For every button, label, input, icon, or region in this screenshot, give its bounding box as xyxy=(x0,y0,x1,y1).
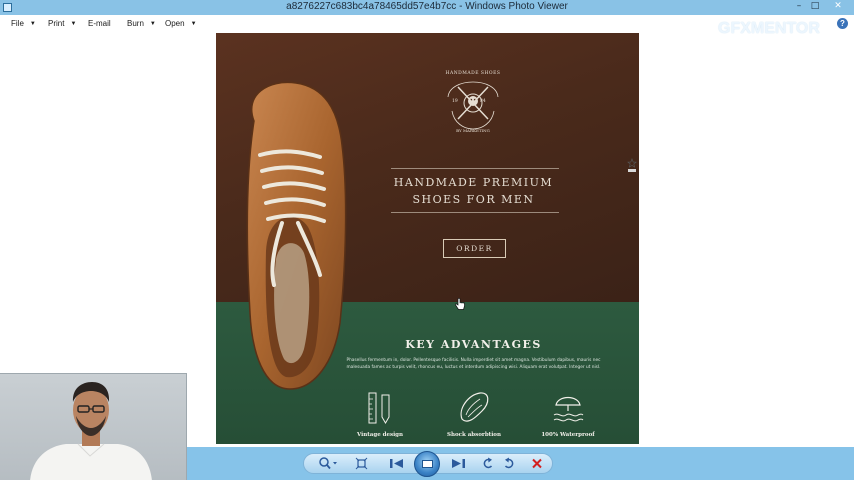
insole-icon xyxy=(460,392,489,422)
menu-file-label: File xyxy=(11,19,24,28)
feature-label-shock: Shock absorbtion xyxy=(447,432,501,438)
chevron-down-icon: ▼ xyxy=(149,21,156,27)
menu-open-label: Open xyxy=(165,19,185,28)
badge-year-left: 19 xyxy=(452,99,458,104)
order-button: ORDER xyxy=(443,239,506,258)
webcam-overlay xyxy=(0,373,187,480)
menu-file[interactable]: File ▼ xyxy=(11,19,36,28)
title-bar: a8276227c683bc4a78465dd57e4b7cc - Window… xyxy=(0,0,854,15)
badge-bottom-text: BY MARKETING xyxy=(456,128,490,133)
fit-window-icon[interactable] xyxy=(355,457,368,470)
headline-line-1: HANDMADE PREMIUM xyxy=(393,176,554,189)
rotate-clockwise-icon[interactable] xyxy=(503,457,515,470)
bookmark-star-icon[interactable] xyxy=(627,158,637,174)
menu-email[interactable]: E-mail xyxy=(88,19,111,28)
advantages-title: KEY ADVANTAGES xyxy=(405,338,542,351)
presenter-video xyxy=(30,382,152,480)
previous-icon[interactable] xyxy=(388,457,406,470)
headline-rule-bottom xyxy=(391,212,559,213)
menu-print-label: Print xyxy=(48,19,65,28)
menu-burn[interactable]: Burn ▼ xyxy=(127,19,156,28)
next-icon[interactable] xyxy=(449,457,467,470)
hand-cursor-icon xyxy=(455,298,465,310)
advantages-text: Phasellus fermentum in, dolor. Pellentes… xyxy=(346,358,601,370)
window-title: a8276227c683bc4a78465dd57e4b7cc - Window… xyxy=(286,1,568,12)
ruler-pencil-icon xyxy=(368,392,390,424)
feature-label-vintage: Vintage design xyxy=(357,432,403,438)
headline-rule-top xyxy=(391,168,559,169)
photo-canvas: HANDMADE SHOES 19 84 BY MARKETING HANDMA… xyxy=(216,33,639,444)
headline-line-2: SHOES FOR MEN xyxy=(412,193,535,206)
maximize-button[interactable]: □ xyxy=(806,0,824,13)
channel-watermark: GFXMENTOR xyxy=(718,20,820,37)
menu-email-label: E-mail xyxy=(88,19,111,28)
menu-print[interactable]: Print ▼ xyxy=(48,19,76,28)
slideshow-button[interactable] xyxy=(414,451,440,477)
delete-icon[interactable] xyxy=(531,457,543,470)
chevron-down-icon: ▼ xyxy=(29,21,36,27)
feature-label-waterproof: 100% Waterproof xyxy=(541,432,595,438)
menu-open[interactable]: Open ▼ xyxy=(165,19,197,28)
chevron-down-icon: ▼ xyxy=(70,21,77,27)
umbrella-waves-icon xyxy=(553,396,584,422)
close-button[interactable]: ✕ xyxy=(829,0,847,13)
chevron-down-icon: ▼ xyxy=(190,21,197,27)
shoe-image xyxy=(246,81,347,390)
badge-top-text: HANDMADE SHOES xyxy=(445,71,501,76)
zoom-icon[interactable] xyxy=(318,457,338,470)
badge-year-right: 84 xyxy=(480,99,486,104)
menu-burn-label: Burn xyxy=(127,19,144,28)
slideshow-icon xyxy=(422,460,433,468)
help-icon[interactable]: ? xyxy=(837,18,848,29)
rotate-counterclockwise-icon[interactable] xyxy=(482,457,494,470)
